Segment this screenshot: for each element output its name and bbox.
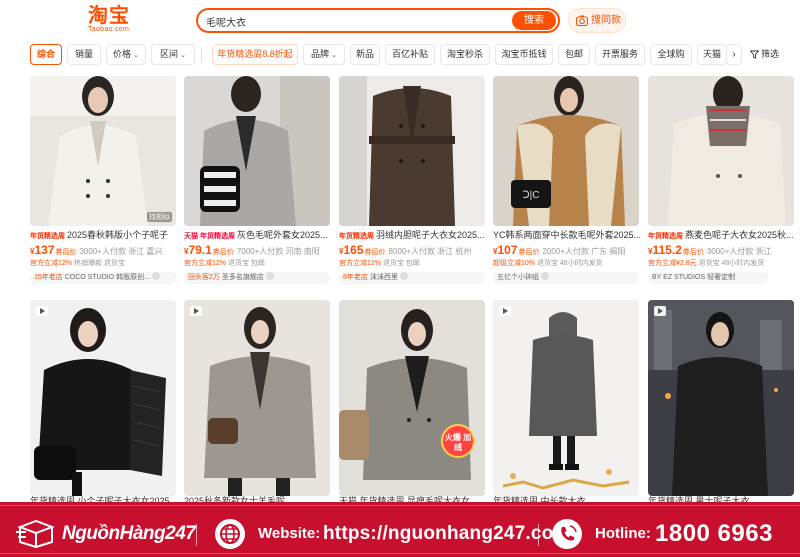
filter-new[interactable]: 新品: [350, 44, 380, 65]
fire-sticker: 火爆 加绒: [441, 424, 475, 458]
product-image[interactable]: [184, 76, 330, 226]
product-price: ¥79.1: [184, 243, 212, 257]
chevron-down-icon: ⌄: [180, 52, 186, 59]
price-row: ¥115.2券后价 3000+人付款 浙江: [648, 243, 772, 257]
photo-search-label: 搜同款: [591, 15, 621, 26]
shop-avatar: [265, 272, 274, 280]
header: 淘宝 Taobao.com 搜索 搜同款: [0, 0, 800, 40]
promo-row: 官方立减12% 退货宝 包邮: [184, 260, 265, 267]
promo-row: 官方立减¥2.8元 退货宝 48小时内发货: [648, 260, 765, 267]
filter-taobao-coin[interactable]: 淘宝币抵钱: [495, 44, 553, 65]
filter-range[interactable]: 区间 ⌄: [151, 44, 195, 65]
product-title[interactable]: 年货精选周 2025春秋韩版小个子呢子: [30, 230, 180, 241]
shop-row[interactable]: 15年老店 COCO STUDIO 韩版原创...: [30, 272, 176, 284]
logo-subtext: Taobao.com: [88, 26, 130, 33]
video-play-icon: [499, 306, 511, 316]
photo-search-button[interactable]: 搜同款: [568, 8, 626, 33]
product-image[interactable]: [184, 300, 330, 496]
hotline-number[interactable]: 1800 6963: [655, 520, 773, 548]
product-title[interactable]: YC韩系两面穿中长款毛呢外套2025...: [493, 230, 643, 241]
video-play-icon: [36, 306, 48, 316]
product-image[interactable]: [648, 76, 794, 226]
filter-free-shipping[interactable]: 包邮: [558, 44, 590, 65]
filter-price[interactable]: 价格 ⌄: [106, 44, 146, 65]
product-price: ¥165: [339, 243, 364, 257]
chevron-down-icon: ⌄: [133, 52, 139, 59]
funnel-icon: [750, 50, 759, 59]
filter-tmall[interactable]: 天猫: [697, 44, 727, 65]
taobao-search-page: 淘宝 Taobao.com 搜索 搜同款 综合 销量 价格⌄ 区间⌄ 年货精选周…: [0, 0, 800, 557]
product-image[interactable]: [493, 300, 639, 496]
shop-row[interactable]: 8年老店 沫沫西里: [339, 272, 485, 284]
filter-sales[interactable]: 销量: [67, 44, 101, 65]
divider: [538, 524, 539, 546]
product-image[interactable]: Ↄ|C: [493, 76, 639, 226]
divider: [196, 524, 197, 546]
product-price: ¥115.2: [648, 243, 682, 257]
price-row: ¥107券后价 2000+人付款 广东 揭阳: [493, 243, 626, 257]
filter-promo-week[interactable]: 年货精选周8.8折起: [212, 44, 298, 65]
filter-subsidy[interactable]: 百亿补贴: [385, 44, 435, 65]
promo-row: 官方立减12% 热销爆款 退货宝: [30, 260, 125, 267]
promo-row: 官方立减12% 退货宝 包邮: [339, 260, 420, 267]
chevron-right-icon[interactable]: ›: [726, 44, 742, 65]
filter-global[interactable]: 全球购: [650, 44, 692, 65]
find-similar-tag[interactable]: 找相似: [147, 212, 172, 222]
camera-icon: [576, 15, 588, 26]
video-play-icon: [654, 306, 666, 316]
logo-text: 淘宝: [88, 5, 130, 27]
shop-row[interactable]: 五亿个小钟组: [493, 272, 639, 284]
filter-comprehensive[interactable]: 综合: [30, 44, 62, 65]
website-label: Website:: [258, 525, 321, 542]
filter-flash-sale[interactable]: 淘宝秒杀: [440, 44, 490, 65]
price-row: ¥165券后价 8000+人付款 浙江 杭州: [339, 243, 472, 257]
price-row: ¥79.1券后价 7000+人付款 河南 南阳: [184, 243, 320, 257]
promo-row: 超级立减10% 退货宝 48小时内发货: [493, 260, 603, 267]
filter-button-label: 筛选: [761, 49, 780, 59]
product-image[interactable]: 火爆 加绒: [339, 300, 485, 496]
filter-bar: 综合 销量 价格 ⌄ 区间 ⌄ 年货精选周8.8折起 品牌 ⌄ 新品 百亿补贴 淘宝秒…: [0, 44, 800, 68]
filter-button[interactable]: 筛选: [749, 44, 797, 65]
svg-text:Ↄ|C: Ↄ|C: [523, 190, 540, 201]
package-icon: [16, 519, 55, 548]
hotline-label: Hotline:: [595, 525, 651, 542]
product-price: ¥137: [30, 243, 55, 257]
chevron-down-icon: ⌄: [331, 52, 337, 59]
product-image[interactable]: 找相似: [30, 76, 176, 226]
video-play-icon: [190, 306, 202, 316]
globe-icon: [215, 519, 245, 549]
banner-frame: NguồnHàng247 Website: https://nguonhang2…: [0, 505, 800, 554]
filter-divider: [201, 48, 202, 62]
product-title[interactable]: 年货精选周 羽绒内胆呢子大衣女2025...: [339, 230, 489, 241]
price-row: ¥137券后价 3000+人付款 浙江 嘉兴: [30, 243, 163, 257]
shop-row[interactable]: 回头客2万 圣多名旗舰店: [184, 272, 330, 284]
product-title[interactable]: 天猫 年货精选周 灰色毛呢外套女2025...: [184, 230, 334, 241]
product-image[interactable]: [339, 76, 485, 226]
search-box: 搜索: [196, 8, 560, 33]
filter-invoice[interactable]: 开票服务: [595, 44, 645, 65]
search-input[interactable]: [206, 13, 506, 29]
shop-avatar: [151, 272, 160, 280]
shop-avatar: [399, 272, 408, 280]
shop-avatar: [541, 272, 549, 280]
product-image[interactable]: [648, 300, 794, 496]
shop-row[interactable]: BY EZ STUDIOS 轻奢定制: [648, 272, 768, 284]
bottom-banner: NguồnHàng247 Website: https://nguonhang2…: [0, 502, 800, 557]
taobao-logo[interactable]: 淘宝 Taobao.com: [88, 6, 138, 34]
brand-name: NguồnHàng247: [62, 523, 196, 544]
phone-icon: [552, 519, 582, 549]
product-price: ¥107: [493, 243, 518, 257]
search-button[interactable]: 搜索: [512, 11, 556, 30]
product-title[interactable]: 年货精选周 燕麦色呢子大衣女2025秋...: [648, 230, 798, 241]
product-image[interactable]: [30, 300, 176, 496]
filter-brand[interactable]: 品牌 ⌄: [303, 44, 345, 65]
